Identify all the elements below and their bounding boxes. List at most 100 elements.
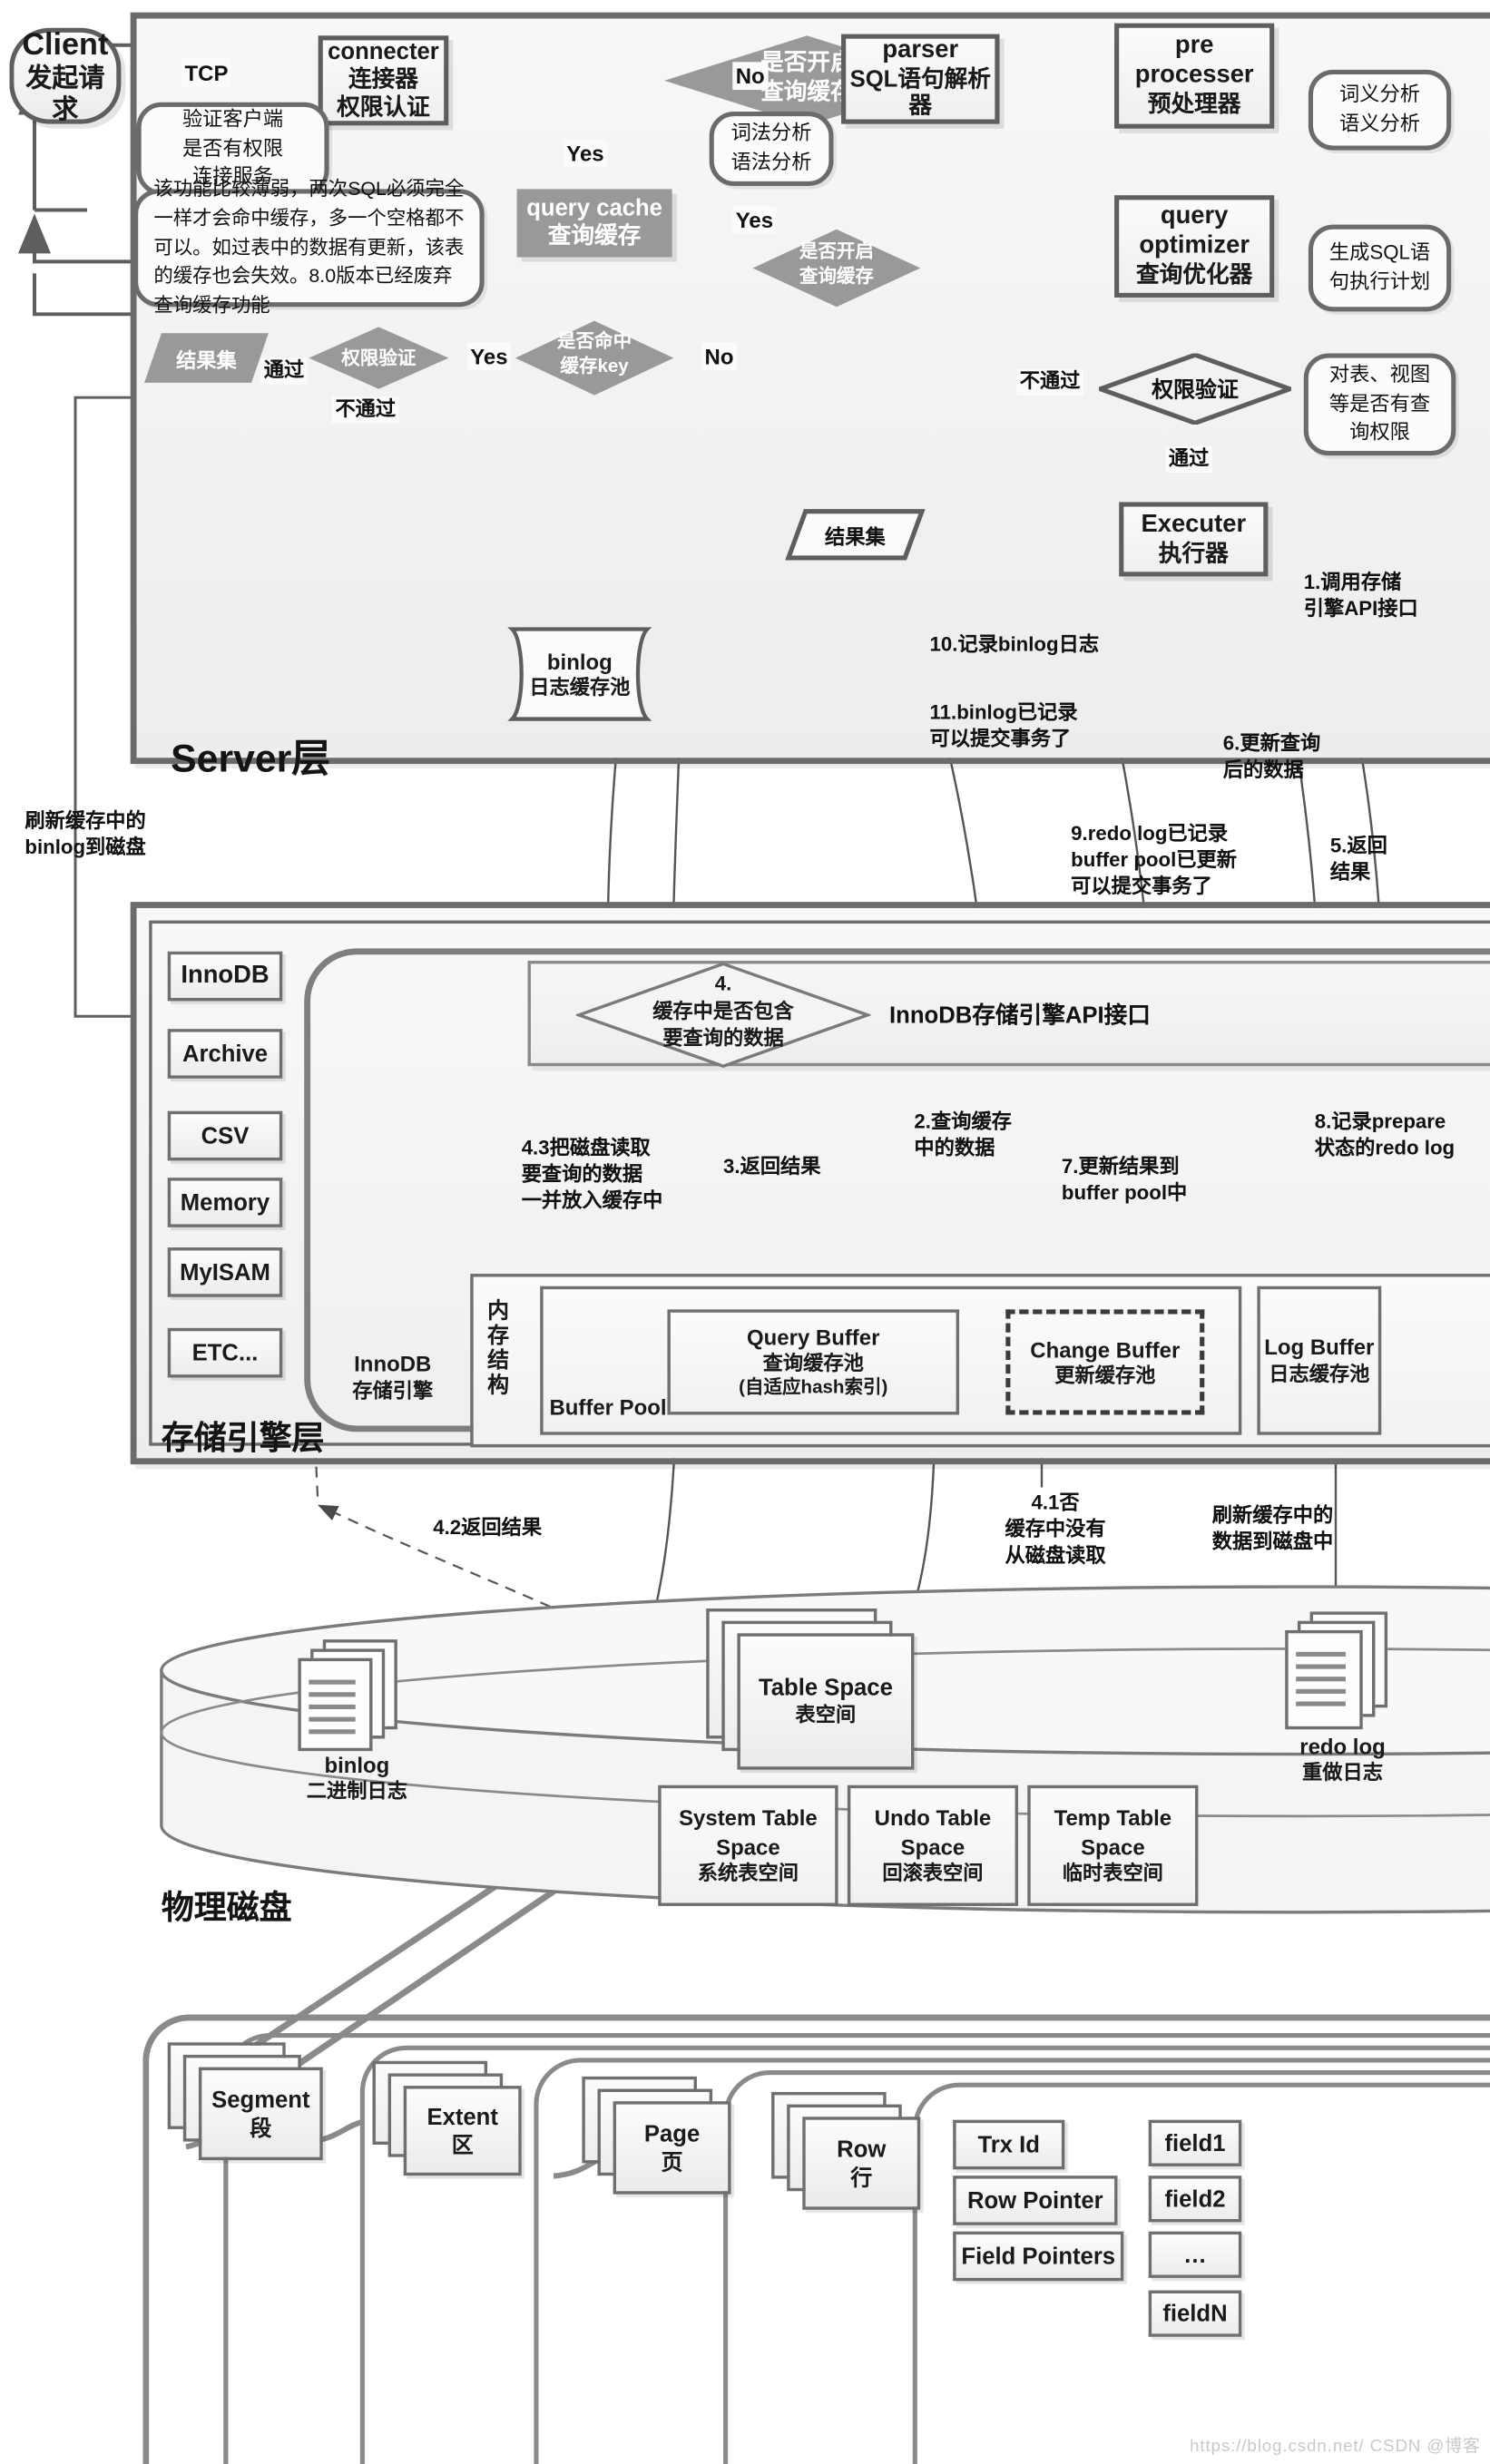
query-buffer-hash: (自适应hash索引)	[739, 1376, 888, 1399]
client-node[interactable]: Client 发起请求	[9, 27, 122, 124]
watermark: https://blog.csdn.net/ CSDN @博客	[1190, 2437, 1481, 2457]
undo-table-space-box: Undo Table Space 回滚表空间	[847, 1784, 1019, 1906]
innodb-api-label: InnoDB存储引擎API接口	[889, 1002, 1151, 1030]
preprocesser-node[interactable]: pre processer 预处理器	[1114, 23, 1275, 129]
executer-cn: 执行器	[1158, 540, 1229, 567]
tts-l1: Temp Table	[1054, 1805, 1172, 1831]
change-buffer-cn: 更新缓存池	[1054, 1363, 1156, 1387]
opt-cn: 查询优化器	[1135, 261, 1253, 288]
row-en: Row	[837, 2136, 887, 2164]
disk-binlog-en: binlog	[324, 1752, 390, 1778]
chip-trx-id-label: Trx Id	[977, 2131, 1040, 2158]
disk-binlog-cn: 二进制日志	[306, 1779, 407, 1803]
preprocesser-callout: 词义分析 语义分析	[1308, 69, 1452, 151]
parser-callout: 词法分析 语法分析	[709, 111, 834, 186]
qc-cn: 查询缓存	[547, 222, 642, 250]
decision-auth-1[interactable]: 权限验证	[308, 326, 450, 391]
uts-l1: Undo Table	[874, 1805, 992, 1831]
row-chip-trx-id: Trx Id	[953, 2119, 1065, 2170]
chip-fieldn-label: fieldN	[1162, 2300, 1228, 2327]
row-stack: Row 行	[771, 2091, 957, 2232]
disk-redolog-cn: 重做日志	[1301, 1760, 1383, 1784]
query-cache-node[interactable]: query cache 查询缓存	[516, 189, 672, 258]
step-6-label: 6.更新查询 后的数据	[1222, 731, 1321, 781]
engine-innodb[interactable]: InnoDB	[167, 951, 283, 1002]
system-table-space-box: System Table Space 系统表空间	[658, 1784, 838, 1906]
edge-label-no-2: No	[701, 342, 737, 371]
engine-csv[interactable]: CSV	[167, 1110, 283, 1161]
engine-etc-label: ETC...	[191, 1339, 259, 1366]
opt-en1: query	[1160, 203, 1229, 230]
edge-label-pass-2: 通过	[1165, 445, 1212, 473]
chip-field-pointers-label: Field Pointers	[961, 2243, 1116, 2270]
flush-binlog-label: 刷新缓存中的 binlog到磁盘	[25, 808, 146, 859]
auth-callout: 对表、视图 等是否有查 询权限	[1303, 353, 1456, 456]
edge-label-pass-1: 通过	[260, 357, 308, 385]
engine-archive-label: Archive	[181, 1040, 269, 1068]
connecter-en: connecter	[328, 39, 439, 66]
tts-l3: 临时表空间	[1062, 1860, 1163, 1884]
step-10-label: 10.记录binlog日志	[929, 631, 1100, 656]
auth1-label: 权限验证	[341, 347, 417, 369]
query-cache-callout: 该功能比较薄弱，两次SQL必须完全一样才会命中缓存，多一个空格都不可以。如过表中…	[133, 179, 485, 317]
page-cn: 页	[661, 2148, 683, 2174]
innodb-engine-label: InnoDB 存储引擎	[323, 1351, 463, 1403]
binlog-doc-icon	[298, 1639, 407, 1752]
engine-memory-label: Memory	[180, 1188, 270, 1217]
binlog-buffer-pool: binlog 日志缓存池	[500, 626, 660, 722]
sts-l1: System Table	[679, 1805, 818, 1831]
extent-en: Extent	[426, 2104, 498, 2131]
query-buffer-box: Query Buffer 查询缓存池 (自适应hash索引)	[667, 1309, 960, 1415]
memory-structure-label: 内存结构	[485, 1298, 511, 1398]
chip-field1-label: field1	[1164, 2129, 1226, 2156]
query-optimizer-node[interactable]: query optimizer 查询优化器	[1114, 195, 1275, 298]
step-1-label: 1.调用存储 引擎API接口	[1303, 570, 1418, 621]
qc-en: query cache	[526, 195, 662, 222]
dec2-line1: 是否开启	[799, 240, 874, 262]
query-buffer-cn: 查询缓存池	[762, 1351, 864, 1375]
parser-node[interactable]: parser SQL语句解析器	[841, 34, 1000, 124]
step-4-1-label: 4.1否 缓存中没有 从磁盘读取	[1005, 1491, 1106, 1567]
client-label-en: Client	[22, 27, 109, 62]
connecter-node[interactable]: connecter 连接器 权限认证	[318, 35, 449, 126]
parser-en: parser	[882, 36, 959, 64]
step-4-label: 4. 缓存中是否包含 要查询的数据	[652, 971, 794, 1050]
engine-myisam[interactable]: MyISAM	[167, 1247, 283, 1297]
pre-en2: processer	[1134, 62, 1254, 89]
step-9-label: 9.redo log已记录 buffer pool已更新 可以提交事务了	[1071, 821, 1238, 897]
disk-redolog-en: redo log	[1299, 1734, 1386, 1759]
engine-csv-label: CSV	[201, 1122, 250, 1149]
pre-cn: 预处理器	[1147, 91, 1241, 118]
result-set-left: 结果集	[142, 332, 270, 385]
innodb-label-cn: 存储引擎	[352, 1378, 434, 1402]
chip-ellipsis-label: …	[1183, 2241, 1207, 2268]
decision-enable-query-cache-2[interactable]: 是否开启 查询缓存	[751, 228, 922, 308]
table-space-en: Table Space	[759, 1676, 893, 1703]
row-chip-row-pointer: Row Pointer	[953, 2176, 1118, 2225]
query-buffer-en: Query Buffer	[747, 1324, 880, 1350]
engine-memory[interactable]: Memory	[167, 1178, 283, 1227]
engine-etc[interactable]: ETC...	[167, 1327, 283, 1378]
engine-innodb-label: InnoDB	[181, 962, 270, 989]
step-2-label: 2.查询缓存 中的数据	[914, 1109, 1012, 1159]
step-5-label: 5.返回 结果	[1329, 833, 1387, 884]
mysql-architecture-diagram: Server层 Client 发起请求 connecter 连接器 权限认证 是…	[0, 0, 1490, 2464]
step-11-label: 11.binlog已记录 可以提交事务了	[929, 700, 1078, 750]
engine-layer-title: 存储引擎层	[161, 1421, 325, 1457]
step-8-label: 8.记录prepare 状态的redo log	[1314, 1109, 1456, 1159]
server-layer-title: Server层	[171, 738, 331, 781]
connecter-auth: 权限认证	[337, 93, 430, 121]
executer-node[interactable]: Executer 执行器	[1119, 502, 1269, 577]
sts-l3: 系统表空间	[697, 1860, 799, 1884]
table-space-cn: 表空间	[795, 1703, 857, 1727]
edge-label-fail-1: 不通过	[332, 396, 399, 424]
engine-archive[interactable]: Archive	[167, 1029, 283, 1079]
decision-auth-2[interactable]: 权限验证	[1093, 352, 1297, 426]
parser-cn: SQL语句解析器	[849, 66, 991, 121]
log-buffer-cn: 日志缓存池	[1269, 1361, 1370, 1385]
client-label-cn: 发起请求	[25, 63, 105, 124]
step-4-3-label: 4.3把磁盘读取 要查询的数据 一并放入缓存中	[521, 1136, 663, 1212]
decision-hit-cache-key[interactable]: 是否命中 缓存key	[514, 319, 675, 396]
row-chip-ellipsis: …	[1148, 2231, 1242, 2278]
executer-en: Executer	[1141, 511, 1247, 538]
